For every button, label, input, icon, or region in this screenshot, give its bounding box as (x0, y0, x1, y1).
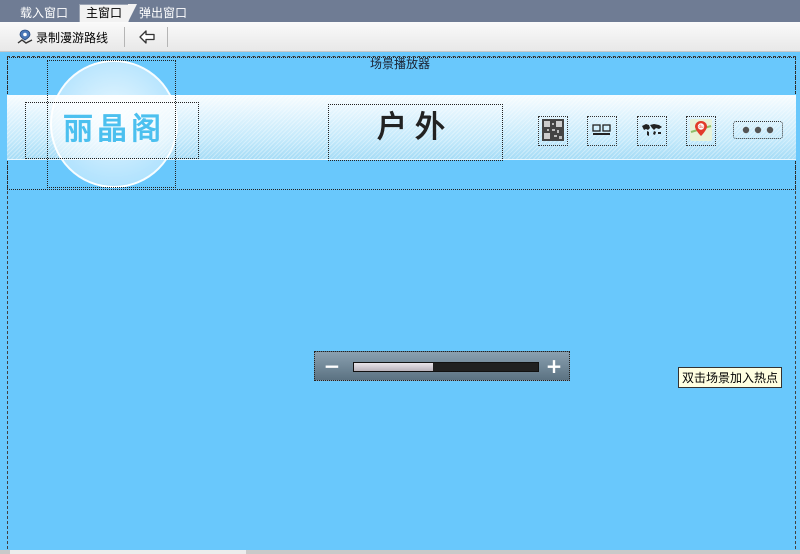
world-map-button[interactable] (637, 116, 667, 146)
qr-code-button[interactable] (538, 116, 568, 146)
zoom-out-button[interactable]: − (321, 354, 343, 378)
tab-load-window[interactable]: 载入窗口 (14, 5, 74, 22)
arrow-left-icon (138, 29, 156, 45)
zoom-control: − + (314, 351, 570, 381)
window-tab-bar: 载入窗口 主窗口 弹出窗口 (0, 0, 800, 22)
hotspot-tooltip: 双击场景加入热点 (678, 367, 783, 388)
back-button[interactable] (136, 26, 158, 48)
logo-text: 丽晶阁 (63, 112, 165, 147)
baidu-map-icon: du (689, 118, 713, 145)
more-icon (741, 123, 775, 137)
scrollbar-thumb[interactable] (10, 550, 246, 554)
world-map-icon (641, 123, 663, 140)
thumbnails-button[interactable] (587, 116, 617, 146)
zoom-slider-fill (354, 363, 434, 371)
qr-code-icon (542, 118, 564, 144)
more-button[interactable] (733, 121, 783, 139)
zoom-in-button[interactable]: + (543, 354, 565, 378)
record-route-label: 录制漫游路线 (36, 30, 109, 45)
tab-main-window[interactable]: 主窗口 (79, 4, 138, 22)
svg-text:du: du (698, 124, 704, 129)
zoom-slider-track[interactable] (353, 362, 539, 372)
toolbar-separator (167, 27, 168, 47)
scene-title: 户外 (377, 110, 453, 145)
toolbar: 录制漫游路线 (0, 22, 800, 52)
record-route-button[interactable]: 录制漫游路线 (16, 26, 108, 48)
toolbar-separator (124, 27, 125, 47)
thumbnails-icon (592, 123, 612, 140)
baidu-map-button[interactable]: du (686, 116, 716, 146)
tab-popup-window[interactable]: 弹出窗口 (133, 5, 193, 22)
route-icon (16, 28, 34, 46)
